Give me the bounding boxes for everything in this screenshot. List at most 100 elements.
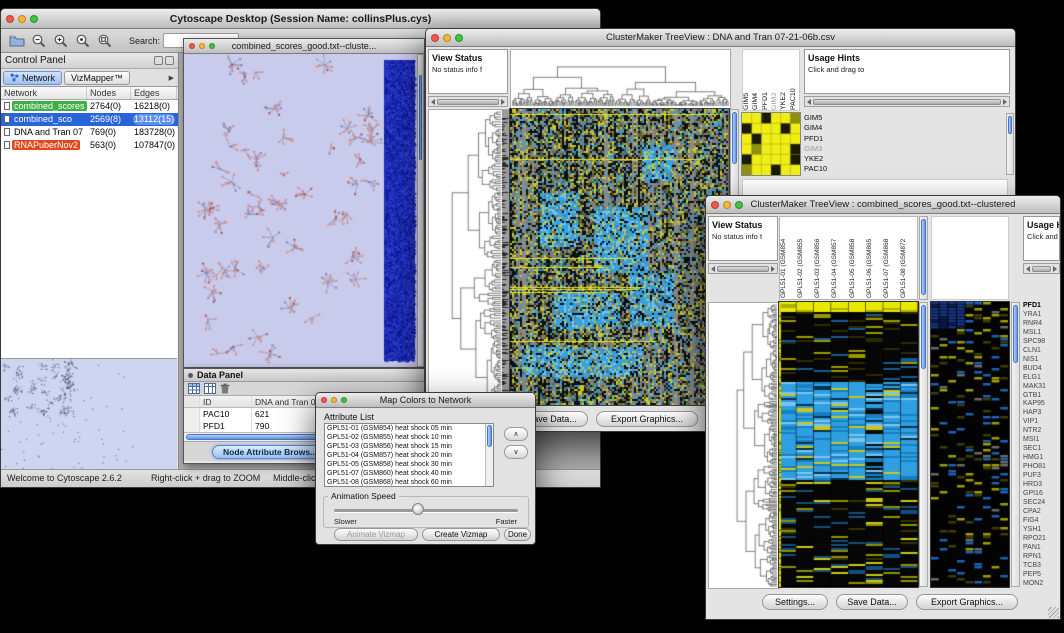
treeview-combined-window[interactable]: ClusterMaker TreeView : combined_scores_… <box>705 195 1061 620</box>
gene-label[interactable]: PFD1 <box>1023 302 1060 311</box>
gene-label[interactable]: NIS1 <box>1023 356 1060 365</box>
secondary-heatmap-scrollbar[interactable] <box>1011 302 1020 587</box>
scroll-thumb[interactable] <box>1008 116 1012 134</box>
matrix-row-label[interactable]: GIM4 <box>804 123 848 133</box>
treeview-dna-titlebar[interactable]: ClusterMaker TreeView : DNA and Tran 07-… <box>426 29 1015 47</box>
gene-label[interactable]: HAP3 <box>1023 409 1060 418</box>
matrix-row-label[interactable]: YKE2 <box>804 154 848 164</box>
listbox-scrollbar[interactable] <box>485 424 493 486</box>
heatmap-column-label[interactable]: GPL51-02 (GSM855 <box>797 217 814 299</box>
attribute-list-item[interactable]: GPL51-03 (GSM856) heat shock 15 min <box>325 442 493 451</box>
matrix-labels-scrollbar[interactable] <box>1006 113 1014 175</box>
scroll-thumb[interactable] <box>1013 305 1018 363</box>
main-titlebar[interactable]: Cytoscape Desktop (Session Name: collins… <box>1 9 600 29</box>
matrix-row-label[interactable]: GIM3 <box>804 144 848 154</box>
matrix-row-label[interactable]: PAC10 <box>804 164 848 174</box>
gene-label[interactable]: MAK31 <box>1023 383 1060 392</box>
matrix-row-label[interactable]: GIM5 <box>804 113 848 123</box>
attribute-list-item[interactable]: GPL51-01 (GSM854) heat shock 05 min <box>325 424 493 433</box>
secondary-heatmap-canvas[interactable] <box>931 302 1009 587</box>
minimize-button[interactable] <box>723 201 731 209</box>
gene-label[interactable]: PAN1 <box>1023 544 1060 553</box>
gene-label[interactable]: RNR4 <box>1023 320 1060 329</box>
heatmap-column-label[interactable]: GPL51-01 (GSM854 <box>780 217 797 299</box>
gene-label[interactable]: SEC24 <box>1023 499 1060 508</box>
open-session-icon[interactable] <box>7 31 26 50</box>
data-panel-titlebar[interactable]: Data Panel <box>184 369 424 382</box>
row-dendrogram-canvas[interactable] <box>708 302 780 589</box>
column-labels-scrollbar[interactable] <box>919 216 928 300</box>
attribute-list-item[interactable]: GPL51-02 (GSM855) heat shock 10 min <box>325 433 493 442</box>
scroll-thumb[interactable] <box>1032 266 1051 272</box>
close-button[interactable] <box>711 201 719 209</box>
heatmap-canvas[interactable] <box>510 109 729 405</box>
mini-horizontal-scrollbar[interactable] <box>708 263 778 274</box>
dialog-titlebar[interactable]: Map Colors to Network <box>316 393 535 408</box>
gene-label[interactable]: MSL1 <box>1023 329 1060 338</box>
network-row[interactable]: DNA and Tran 07 769(0) 183728(0) <box>1 126 178 139</box>
zoom-button[interactable] <box>30 15 38 23</box>
mini-horizontal-scrollbar[interactable] <box>1023 263 1060 274</box>
gene-label[interactable]: PEP5 <box>1023 571 1060 580</box>
minimize-button[interactable] <box>443 34 451 42</box>
scroll-right-arrow-icon[interactable] <box>1003 99 1007 105</box>
tab-vizmapper[interactable]: VizMapper™ <box>64 71 130 85</box>
gene-label[interactable]: BUD4 <box>1023 365 1060 374</box>
treeview-footer-button[interactable]: Export Graphics... <box>916 594 1018 610</box>
tab-network[interactable]: Network <box>3 71 62 85</box>
scroll-thumb[interactable] <box>419 75 422 160</box>
col-nodes[interactable]: Nodes <box>87 87 131 99</box>
zoom-button[interactable] <box>455 34 463 42</box>
scroll-right-arrow-icon[interactable] <box>1053 266 1057 272</box>
gene-label[interactable]: RPN1 <box>1023 553 1060 562</box>
gene-label[interactable]: MSI1 <box>1023 436 1060 445</box>
select-attributes-icon[interactable] <box>188 383 200 394</box>
minimize-button[interactable] <box>18 15 26 23</box>
zoom-button[interactable] <box>735 201 743 209</box>
network-vertical-scrollbar[interactable] <box>417 54 424 367</box>
close-button[interactable] <box>431 34 439 42</box>
attribute-list-item[interactable]: GPL51-07 (GSM860) heat shock 40 min <box>325 469 493 478</box>
gene-label[interactable]: GPI16 <box>1023 490 1060 499</box>
heatmap-column-label[interactable]: GPL51-06 (GSM865 <box>866 217 883 299</box>
heatmap-column-label[interactable]: GPL51-07 (GSM868 <box>883 217 900 299</box>
mini-horizontal-scrollbar[interactable] <box>428 96 508 107</box>
gene-label[interactable]: CPA2 <box>1023 508 1060 517</box>
scroll-thumb[interactable] <box>732 112 737 164</box>
create-attribute-icon[interactable] <box>204 383 216 394</box>
mini-horizontal-scrollbar[interactable] <box>804 96 1010 107</box>
attribute-listbox[interactable]: GPL51-01 (GSM854) heat shock 05 minGPL51… <box>324 423 494 487</box>
correlation-matrix-canvas[interactable] <box>742 113 800 175</box>
zoom-out-icon[interactable] <box>29 31 48 50</box>
gene-label[interactable]: NTR2 <box>1023 427 1060 436</box>
gene-label[interactable]: HMG1 <box>1023 454 1060 463</box>
scroll-thumb[interactable] <box>813 99 1001 105</box>
minimize-button[interactable] <box>199 43 205 49</box>
zoom-button[interactable] <box>209 43 215 49</box>
close-panel-icon[interactable] <box>165 56 174 65</box>
close-button[interactable] <box>321 397 327 403</box>
scroll-thumb[interactable] <box>921 219 926 295</box>
scroll-right-arrow-icon[interactable] <box>501 99 505 105</box>
treeview-footer-button[interactable]: Export Graphics... <box>596 411 698 427</box>
animate-vizmap-button[interactable]: Animate Vizmap <box>334 528 418 541</box>
scroll-left-arrow-icon[interactable] <box>1026 266 1030 272</box>
animation-speed-slider-track[interactable] <box>334 509 518 512</box>
scroll-thumb[interactable] <box>186 434 336 440</box>
gene-label[interactable]: SEC1 <box>1023 445 1060 454</box>
scroll-thumb[interactable] <box>921 305 926 369</box>
gene-label[interactable]: ELG1 <box>1023 374 1060 383</box>
row-dendrogram-canvas[interactable] <box>428 109 510 407</box>
network-row[interactable]: combined_sco 2569(8) 13112(15) <box>1 113 178 126</box>
col-edges[interactable]: Edges <box>131 87 177 99</box>
gene-label[interactable]: YSH1 <box>1023 526 1060 535</box>
map-colors-dialog[interactable]: Map Colors to Network Attribute List GPL… <box>315 392 536 545</box>
zoom-fit-icon[interactable] <box>95 31 114 50</box>
minimize-button[interactable] <box>331 397 337 403</box>
gene-label[interactable]: VIP1 <box>1023 418 1060 427</box>
scroll-thumb[interactable] <box>437 99 499 105</box>
treeview-combined-titlebar[interactable]: ClusterMaker TreeView : combined_scores_… <box>706 196 1060 214</box>
main-heatmap-canvas[interactable] <box>779 302 918 587</box>
panel-dot-icon[interactable] <box>188 373 193 378</box>
node-attribute-browser-button[interactable]: Node Attribute Brows... <box>212 445 328 459</box>
